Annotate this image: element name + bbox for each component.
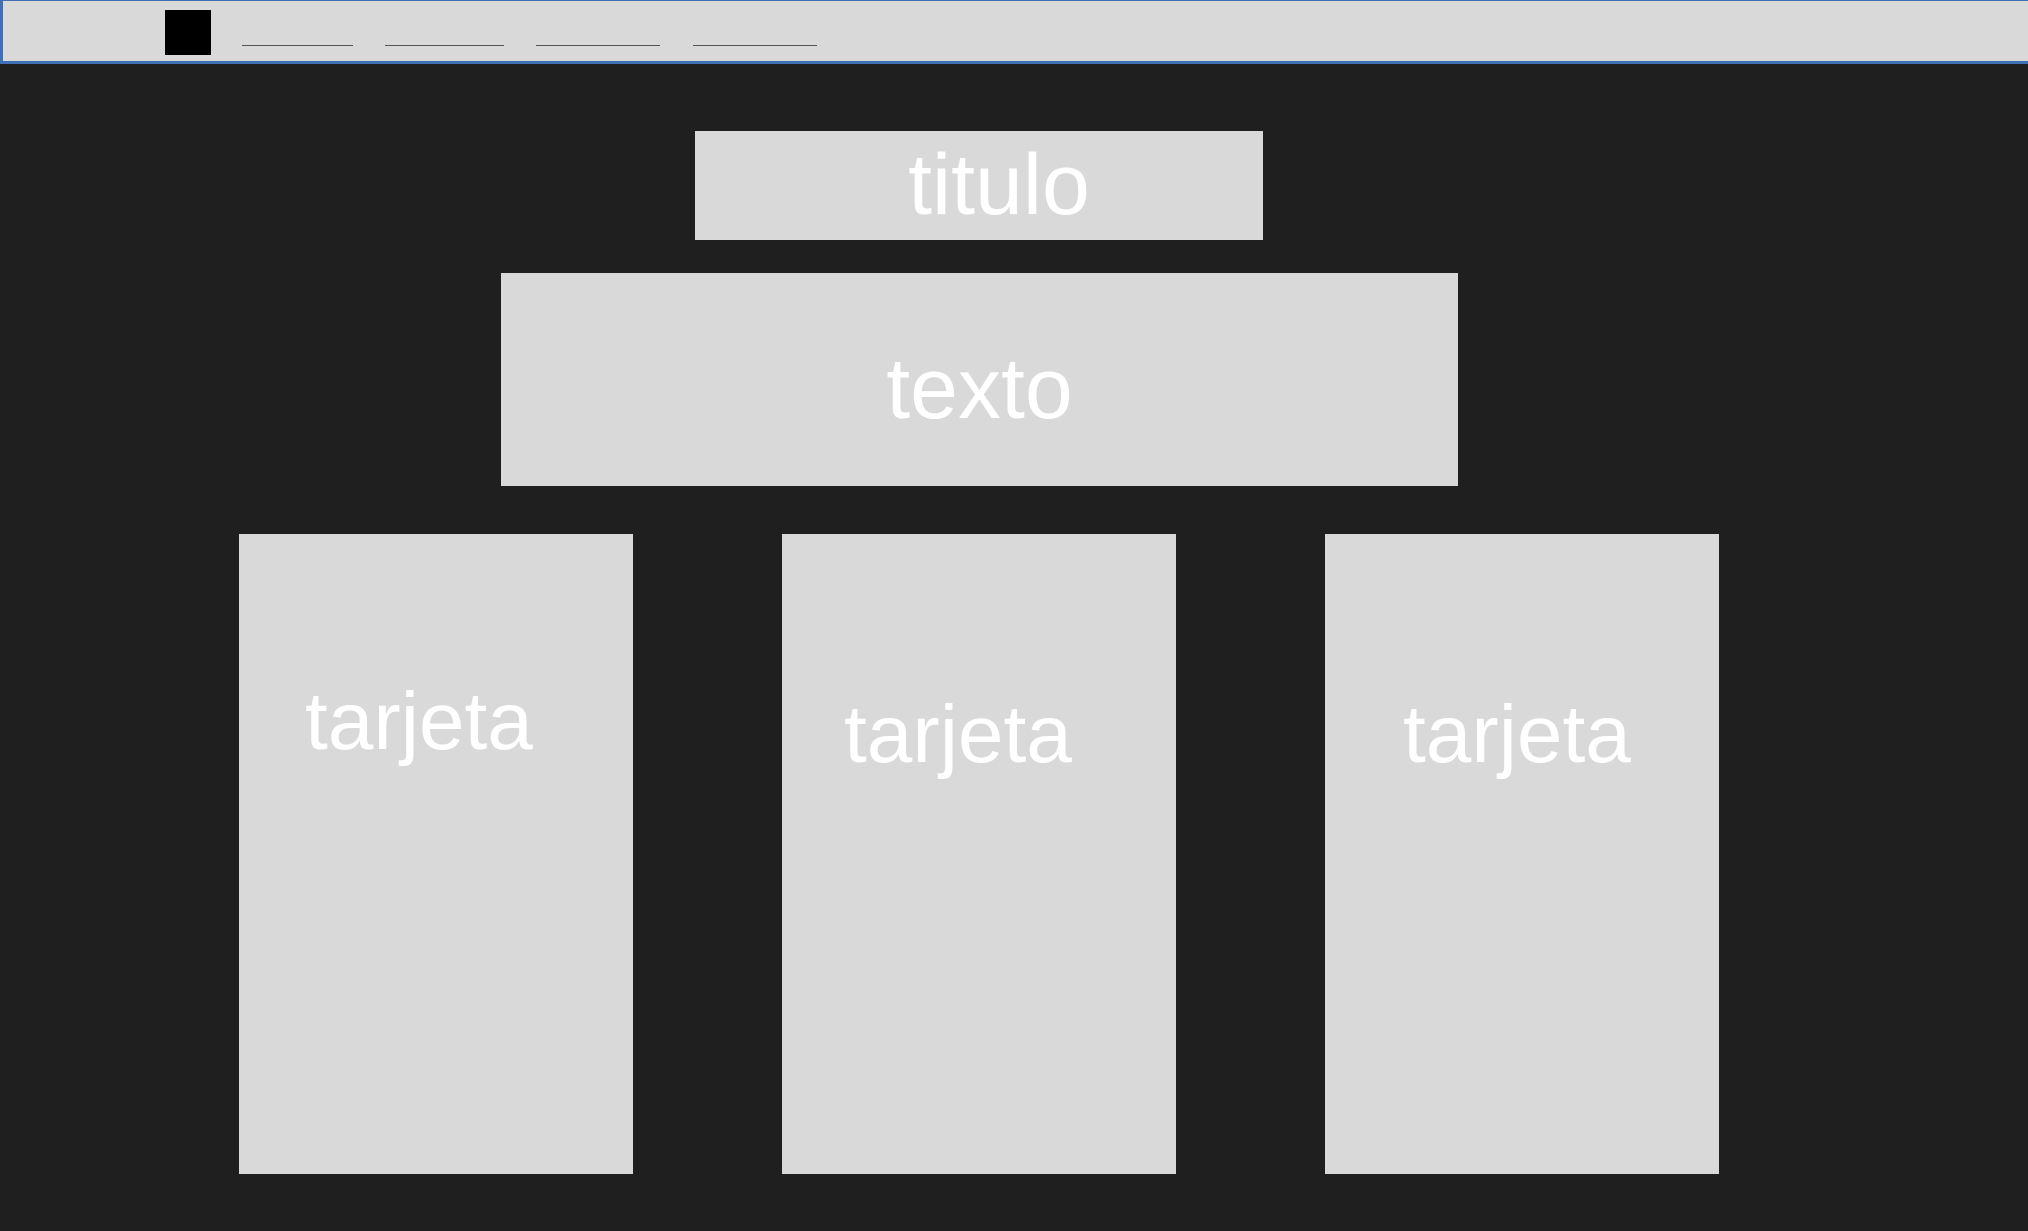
text-block: texto: [501, 273, 1458, 486]
logo-icon[interactable]: [165, 10, 211, 55]
nav-link-4[interactable]: [693, 45, 817, 46]
card-label: tarjeta: [1403, 689, 1631, 780]
nav-link-1[interactable]: [242, 45, 353, 46]
card-1[interactable]: tarjeta: [239, 534, 633, 1174]
top-navbar: [0, 0, 2028, 64]
card-3[interactable]: tarjeta: [1325, 534, 1719, 1174]
card-label: tarjeta: [305, 676, 533, 767]
nav-link-2[interactable]: [385, 45, 504, 46]
card-2[interactable]: tarjeta: [782, 534, 1176, 1174]
page-title: titulo: [695, 131, 1263, 240]
card-label: tarjeta: [844, 689, 1072, 780]
nav-link-3[interactable]: [536, 45, 660, 46]
